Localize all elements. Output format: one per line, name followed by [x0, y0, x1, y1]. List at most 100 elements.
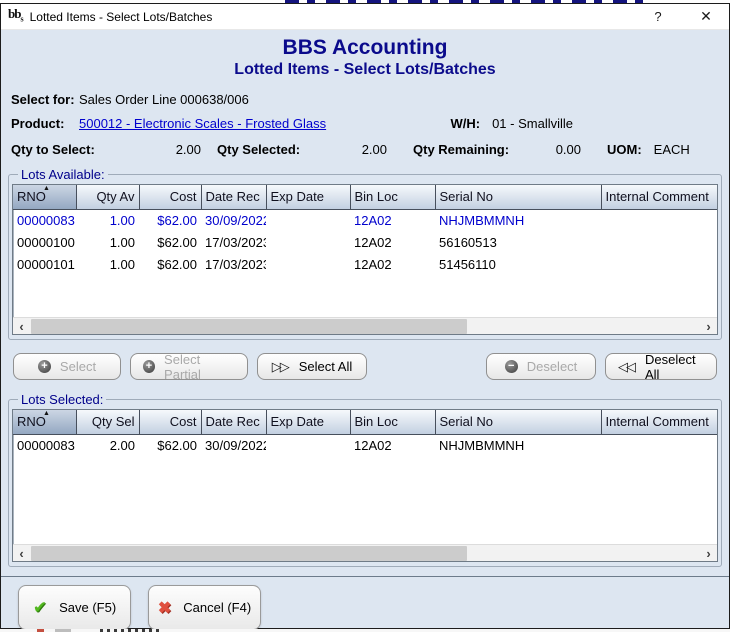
cell-qty: 1.00 — [76, 231, 139, 253]
cell-exp_date — [266, 231, 350, 253]
column-header-internal-comment[interactable]: Internal Comment — [601, 185, 717, 209]
column-header-exp-date[interactable]: Exp Date — [266, 185, 350, 209]
qty-to-select-value: 2.00 — [161, 142, 201, 157]
product-row: Product: 500012 - Electronic Scales - Fr… — [1, 116, 729, 131]
scrollbar-thumb[interactable] — [31, 546, 467, 561]
column-header-qty-sel[interactable]: Qty Sel — [76, 410, 139, 434]
select-all-button[interactable]: ▷▷ Select All — [257, 353, 367, 380]
column-header-internal-comment[interactable]: Internal Comment — [601, 410, 717, 434]
select-partial-button[interactable]: + Select Partial — [130, 353, 248, 380]
cell-comment — [601, 231, 717, 253]
column-header-qty-av[interactable]: Qty Av — [76, 185, 139, 209]
deselect-button[interactable]: − Deselect — [486, 353, 596, 380]
table-row[interactable]: 000001001.00$62.0017/03/202312A025616051… — [13, 231, 717, 253]
table-row[interactable]: 000001011.00$62.0017/03/2023 12A025145611… — [13, 253, 717, 275]
column-header-rno[interactable]: ▲RNO — [13, 185, 76, 209]
cell-serial_no: 51456110 — [435, 253, 601, 275]
table-row[interactable]: 000000832.00$62.0030/09/202212A02NHJMBMM… — [13, 434, 717, 456]
plus-icon: + — [38, 360, 51, 373]
help-icon[interactable]: ? — [641, 5, 675, 29]
lots-available-table: ▲RNO Qty Av Cost Date Rec Exp Date Bin L… — [12, 184, 718, 335]
product-label: Product: — [11, 116, 79, 131]
uom-label: UOM: — [607, 142, 642, 157]
cell-date_rec: 17/03/2023 — [201, 253, 266, 275]
warehouse-value: 01 - Smallville — [492, 116, 573, 131]
scroll-right-icon[interactable]: › — [700, 318, 717, 335]
cell-cost: $62.00 — [139, 434, 201, 456]
cell-cost: $62.00 — [139, 231, 201, 253]
lots-available-label: Lots Available: — [18, 167, 108, 182]
cell-cost: $62.00 — [139, 209, 201, 231]
lots-selected-table: ▲RNO Qty Sel Cost Date Rec Exp Date Bin … — [12, 409, 718, 562]
cell-rno: 00000083 — [13, 209, 76, 231]
cell-date_rec: 17/03/2023 — [201, 231, 266, 253]
qty-remaining-value: 0.00 — [517, 142, 581, 157]
quantities-row: Qty to Select: 2.00 Qty Selected: 2.00 Q… — [1, 142, 729, 157]
deselect-all-button[interactable]: ◁◁ Deselect All — [605, 353, 717, 380]
select-for-value: Sales Order Line 000638/006 — [79, 92, 249, 107]
sort-asc-icon: ▲ — [43, 410, 50, 418]
minus-icon: − — [505, 360, 518, 373]
column-header-rno[interactable]: ▲RNO — [13, 410, 76, 434]
save-button[interactable]: ✔ Save (F5) — [18, 585, 131, 630]
cell-bin_loc: 12A02 — [350, 434, 435, 456]
cell-cost: $62.00 — [139, 253, 201, 275]
cell-bin_loc: 12A02 — [350, 209, 435, 231]
qty-selected-value: 2.00 — [309, 142, 387, 157]
scroll-left-icon[interactable]: ‹ — [13, 318, 30, 335]
cell-rno: 00000083 — [13, 434, 76, 456]
title-bar: bbs Lotted Items - Select Lots/Batches ?… — [1, 4, 729, 30]
table-row[interactable]: 000000831.00$62.0030/09/2022 12A02NHJMBMM… — [13, 209, 717, 231]
select-for-row: Select for: Sales Order Line 000638/006 — [1, 92, 729, 107]
action-button-row: + Select + Select Partial ▷▷ Select All … — [13, 353, 717, 380]
cell-date_rec: 30/09/2022 — [201, 209, 266, 231]
cell-qty: 1.00 — [76, 253, 139, 275]
horizontal-scrollbar[interactable]: ‹ › — [13, 317, 717, 334]
select-button[interactable]: + Select — [13, 353, 121, 380]
cell-comment — [601, 434, 717, 456]
cell-comment — [601, 209, 717, 231]
cell-qty: 1.00 — [76, 209, 139, 231]
footer-button-row: ✔ Save (F5) ✖ Cancel (F4) — [1, 577, 729, 630]
cancel-button[interactable]: ✖ Cancel (F4) — [148, 585, 261, 630]
cell-exp_date — [266, 209, 350, 231]
scrollbar-thumb[interactable] — [31, 319, 467, 334]
app-title: BBS Accounting — [1, 36, 729, 60]
cell-rno: 00000100 — [13, 231, 76, 253]
column-header-cost[interactable]: Cost — [139, 410, 201, 434]
double-right-arrow-icon: ▷▷ — [272, 359, 290, 375]
green-check-icon: ✔ — [33, 598, 47, 618]
close-icon[interactable]: ✕ — [689, 5, 723, 29]
scroll-right-icon[interactable]: › — [700, 545, 717, 562]
column-header-serial-no[interactable]: Serial No — [435, 410, 601, 434]
cell-bin_loc: 12A02 — [350, 253, 435, 275]
bbs-logo-icon: bbs — [8, 7, 23, 26]
table-header-row: ▲RNO Qty Sel Cost Date Rec Exp Date Bin … — [13, 410, 717, 434]
product-link[interactable]: 500012 - Electronic Scales - Frosted Gla… — [79, 116, 326, 131]
lots-selected-group: Lots Selected: ▲RNO Qty Sel Cost Date Re… — [8, 392, 722, 567]
column-header-bin-loc[interactable]: Bin Loc — [350, 410, 435, 434]
warehouse-label: W/H: — [450, 116, 480, 131]
window-title: Lotted Items - Select Lots/Batches — [30, 10, 213, 24]
column-header-date-rec[interactable]: Date Rec — [201, 410, 266, 434]
lots-available-group: Lots Available: ▲RNO Qty Av Cost Date Re… — [8, 167, 722, 340]
cell-rno: 00000101 — [13, 253, 76, 275]
column-header-cost[interactable]: Cost — [139, 185, 201, 209]
cell-comment — [601, 253, 717, 275]
select-for-label: Select for: — [11, 92, 79, 107]
column-header-exp-date[interactable]: Exp Date — [266, 410, 350, 434]
column-header-date-rec[interactable]: Date Rec — [201, 185, 266, 209]
horizontal-scrollbar[interactable]: ‹ › — [13, 544, 717, 561]
scroll-left-icon[interactable]: ‹ — [13, 545, 30, 562]
table-header-row: ▲RNO Qty Av Cost Date Rec Exp Date Bin L… — [13, 185, 717, 209]
page-title: Lotted Items - Select Lots/Batches — [1, 60, 729, 79]
cell-serial_no: NHJMBMMNH — [435, 434, 601, 456]
cell-exp_date — [266, 253, 350, 275]
qty-selected-label: Qty Selected: — [217, 142, 309, 157]
cell-bin_loc: 12A02 — [350, 231, 435, 253]
column-header-serial-no[interactable]: Serial No — [435, 185, 601, 209]
qty-remaining-label: Qty Remaining: — [413, 142, 517, 157]
sort-asc-icon: ▲ — [43, 185, 50, 193]
cell-serial_no: NHJMBMMNH — [435, 209, 601, 231]
column-header-bin-loc[interactable]: Bin Loc — [350, 185, 435, 209]
